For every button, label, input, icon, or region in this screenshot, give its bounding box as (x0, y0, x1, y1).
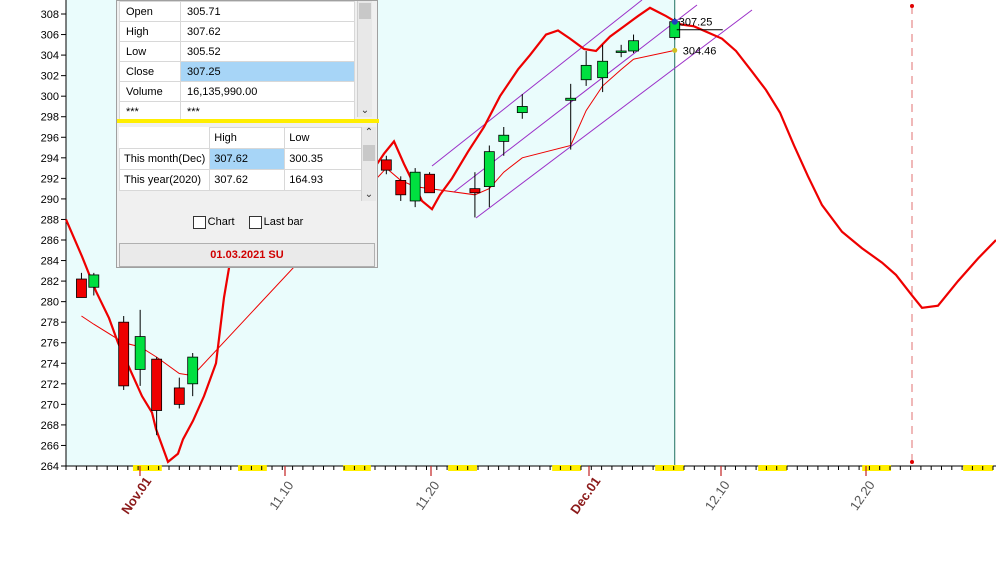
low-value: 305.52 (180, 41, 355, 62)
y-tick-label: 280 (41, 297, 59, 309)
checkbox-box[interactable] (192, 215, 206, 229)
last-bar-checkbox[interactable]: Last bar (248, 215, 303, 229)
y-tick-label: 266 (41, 440, 59, 452)
y-axis: 308 306 304 302 300 298 296 294 292 290 288 286 284 2… (41, 0, 67, 473)
y-tick-label: 276 (41, 338, 59, 350)
y-tick-label: 286 (41, 235, 59, 247)
y-tick-label: 290 (41, 194, 59, 206)
table-row: Volume 16,135,990.00 (119, 81, 355, 102)
candle-body (88, 274, 100, 288)
candle-body (76, 278, 87, 298)
y-tick-label: 294 (41, 153, 59, 165)
candle-body (151, 358, 163, 411)
ohlc-table: Open 305.71 High 307.62 Low 305.52 Close 307… (119, 1, 355, 122)
ohlc-scrollbar[interactable]: ⌄ (357, 1, 372, 117)
y-tick-label: 302 (41, 71, 59, 83)
candle-body (615, 50, 627, 53)
y-tick-label: 264 (41, 461, 59, 473)
x-tick-label: Nov.01 (118, 474, 154, 517)
scroll-thumb[interactable] (359, 3, 371, 19)
table-row: This year(2020) 307.62 164.93 (118, 169, 365, 191)
x-tick-label: 12.10 (702, 478, 733, 513)
candle-body (424, 173, 435, 194)
y-tick-label: 274 (41, 358, 59, 370)
volume-value: 16,135,990.00 (180, 81, 355, 102)
y-tick-label: 300 (41, 91, 59, 103)
y-tick-label: 306 (41, 30, 59, 42)
candle (424, 172, 435, 194)
y-tick-label: 288 (41, 214, 59, 226)
checkbox-box[interactable] (248, 215, 262, 229)
weekend-marker (758, 465, 787, 471)
candle (409, 168, 421, 208)
y-tick-label: 268 (41, 420, 59, 432)
candle-body (118, 321, 130, 387)
x-axis: Nov.01 11.10 11.20 Dec.01 12.10 12.20 (65, 465, 996, 517)
table-row: Low 305.52 (119, 41, 355, 62)
y-tick-label: 296 (41, 132, 59, 144)
candle-body (565, 97, 577, 101)
close-marker-label: 307.25 (679, 17, 713, 29)
candle-body (628, 40, 639, 52)
candle-body (409, 171, 421, 202)
high-value: 307.62 (180, 21, 355, 42)
y-tick-label: 298 (41, 112, 59, 124)
y-tick-label: 292 (41, 173, 59, 185)
y-tick-label: 308 (41, 9, 59, 21)
y-tick-label: 270 (41, 399, 59, 411)
weekend-marker (448, 465, 477, 471)
table-row: This month(Dec) 307.62 300.35 (118, 148, 365, 170)
scroll-thumb[interactable] (363, 145, 375, 161)
y-tick-label: 304 (41, 50, 59, 62)
ma-marker-label: 304.46 (683, 45, 717, 57)
chevron-down-icon[interactable]: ⌄ (358, 105, 372, 116)
candle-body (187, 356, 199, 385)
options-row: Chart Last bar (117, 207, 379, 237)
chart-checkbox[interactable]: Chart (192, 215, 235, 229)
close-value: 307.25 (180, 61, 355, 82)
table-row: Open 305.71 (119, 1, 355, 22)
future-marker-bottom (910, 460, 914, 464)
candle (118, 316, 130, 390)
candle-body (580, 64, 592, 81)
chevron-up-icon[interactable]: ⌃ (362, 127, 376, 138)
y-tick-label: 278 (41, 317, 59, 329)
x-tick-label: 11.20 (412, 478, 442, 512)
candle-body (597, 60, 609, 79)
date-label: 01.03.2021 SU (119, 243, 375, 267)
x-tick-label: 12.20 (847, 478, 878, 513)
weekend-marker (343, 465, 371, 471)
future-marker-top (910, 4, 914, 8)
weekend-marker (132, 465, 162, 471)
candle-body (134, 336, 146, 370)
info-panel: Open 305.71 High 307.62 Low 305.52 Close 307… (116, 0, 379, 268)
y-tick-label: 272 (41, 379, 59, 391)
chevron-down-icon[interactable]: ⌄ (362, 189, 376, 200)
x-tick-label: Dec.01 (567, 474, 603, 517)
table-row: Close 307.25 (119, 61, 355, 82)
weekend-marker (552, 465, 581, 471)
candle-body (380, 159, 392, 171)
range-table: High Low This month(Dec) 307.62 300.35 T… (118, 127, 365, 191)
candle-body (498, 134, 510, 142)
ma-marker-dot (672, 47, 678, 53)
panel-divider (117, 119, 379, 123)
candle-body (395, 180, 407, 196)
table-row: High 307.62 (119, 21, 355, 42)
close-marker-dot (671, 18, 678, 25)
candle-body (469, 188, 481, 194)
open-value: 305.71 (180, 1, 355, 22)
x-tick-label: 11.10 (266, 478, 296, 512)
candle-body (173, 387, 185, 405)
weekend-marker (963, 465, 993, 471)
weekend-marker (655, 465, 684, 471)
weekend-marker (238, 465, 267, 471)
candle-body (483, 151, 495, 187)
table-row: High Low (120, 127, 365, 149)
y-tick-label: 284 (41, 256, 59, 268)
y-tick-label: 282 (41, 276, 59, 288)
range-scrollbar[interactable]: ⌃ ⌄ (361, 127, 376, 201)
candle-body (516, 106, 528, 114)
